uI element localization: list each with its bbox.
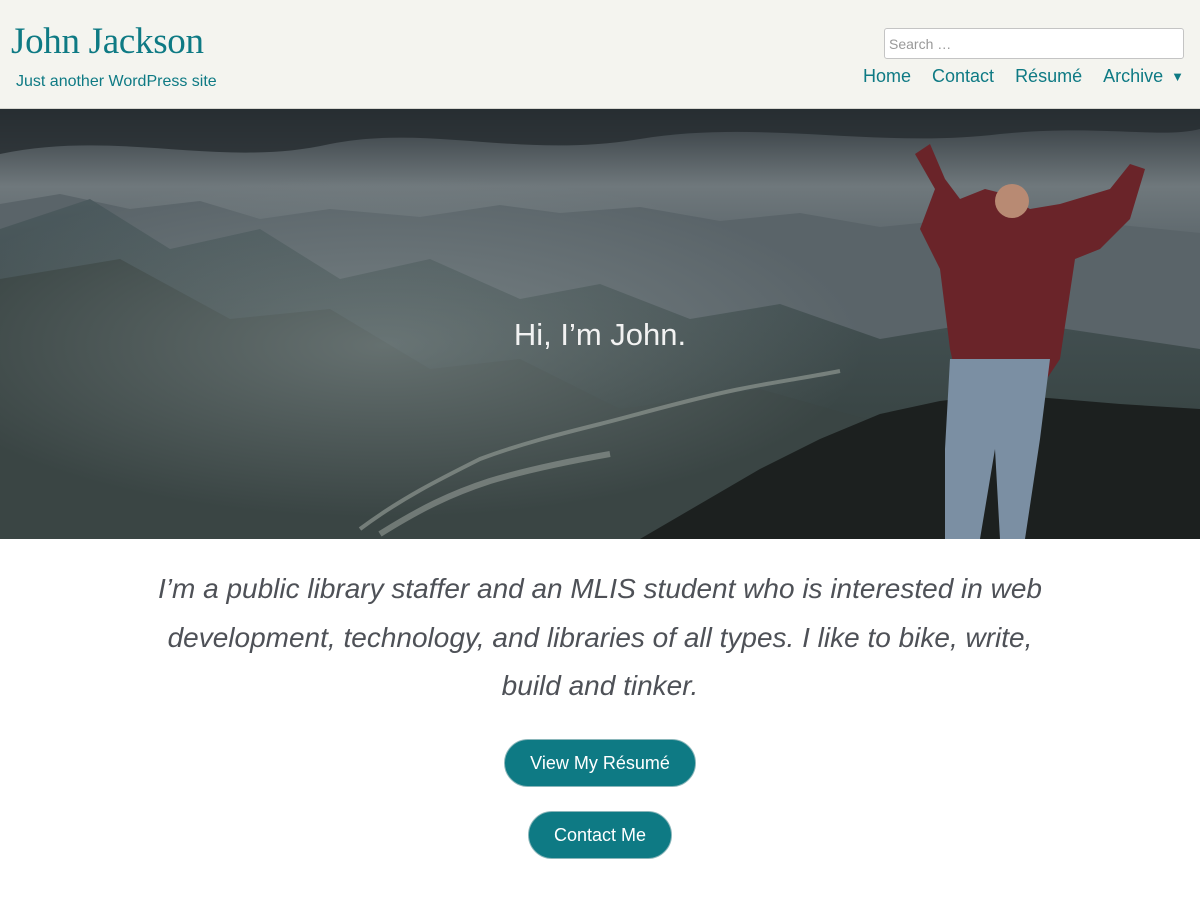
site-tagline: Just another WordPress site: [16, 73, 217, 90]
search-input[interactable]: [884, 28, 1184, 59]
nav-item-label: Home: [863, 66, 912, 86]
main-nav: Home Contact Résumé Archive ▼: [863, 66, 1184, 87]
nav-item-contact[interactable]: Contact: [932, 66, 994, 87]
site-header: John Jackson Just another WordPress site…: [0, 0, 1200, 109]
nav-item-home[interactable]: Home: [863, 66, 911, 87]
nav-item-label: Résumé: [1015, 66, 1083, 86]
view-resume-button[interactable]: View My Résumé: [504, 739, 696, 787]
nav-item-archive[interactable]: Archive ▼: [1103, 66, 1184, 87]
chevron-down-icon[interactable]: ▼: [1171, 69, 1184, 84]
site-title[interactable]: John Jackson: [11, 20, 204, 63]
nav-item-label: Archive: [1103, 66, 1164, 86]
contact-me-button[interactable]: Contact Me: [528, 811, 672, 859]
intro-text: I’m a public library staffer and an MLIS…: [158, 573, 1042, 701]
nav-item-resume[interactable]: Résumé: [1015, 66, 1082, 87]
nav-item-label: Contact: [932, 66, 995, 86]
hero-banner: Hi, I’m John.: [0, 109, 1200, 539]
hero-title: Hi, I’m John.: [513, 317, 687, 352]
